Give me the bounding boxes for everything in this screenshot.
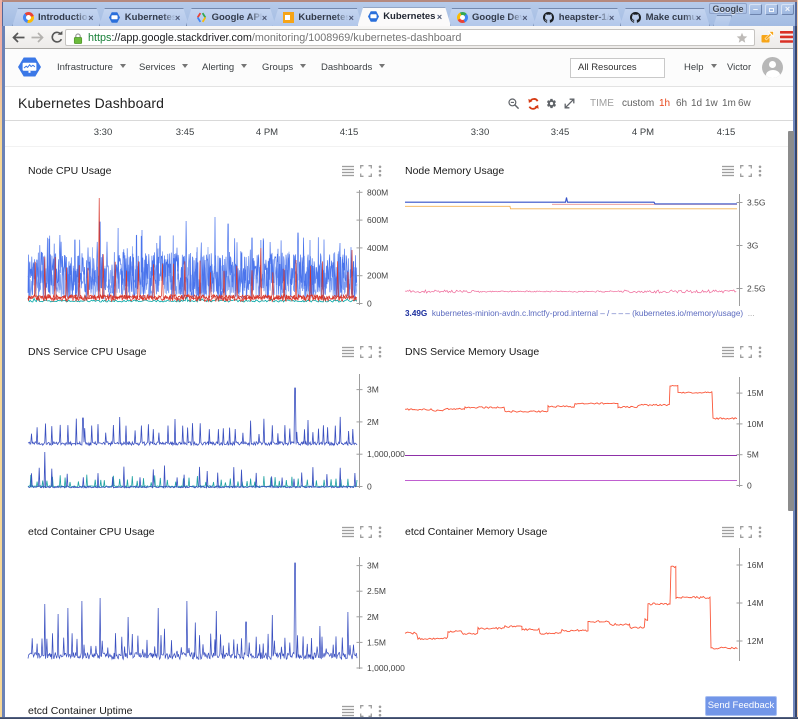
svg-text:3G: 3G xyxy=(747,241,758,251)
svg-text:3.5G: 3.5G xyxy=(747,198,765,208)
svg-text:5M: 5M xyxy=(747,450,759,460)
svg-text:15M: 15M xyxy=(747,388,764,398)
svg-text:200M: 200M xyxy=(367,271,388,281)
svg-text:1,000,000: 1,000,000 xyxy=(367,663,405,673)
svg-text:10M: 10M xyxy=(747,419,764,429)
svg-text:1.5M: 1.5M xyxy=(367,637,386,647)
svg-text:0: 0 xyxy=(367,299,372,309)
svg-text:0: 0 xyxy=(747,481,752,491)
svg-text:14M: 14M xyxy=(747,598,764,608)
svg-text:2.5G: 2.5G xyxy=(747,284,765,294)
svg-text:2.5M: 2.5M xyxy=(367,586,386,596)
svg-text:12M: 12M xyxy=(747,636,764,646)
svg-text:3M: 3M xyxy=(367,385,379,395)
svg-text:2M: 2M xyxy=(367,417,379,427)
svg-text:2M: 2M xyxy=(367,612,379,622)
svg-text:400M: 400M xyxy=(367,243,388,253)
svg-text:3M: 3M xyxy=(367,561,379,571)
svg-text:0: 0 xyxy=(367,482,372,492)
svg-text:1,000,000: 1,000,000 xyxy=(367,449,405,459)
svg-text:16M: 16M xyxy=(747,560,764,570)
svg-text:600M: 600M xyxy=(367,215,388,225)
svg-text:800M: 800M xyxy=(367,187,388,197)
